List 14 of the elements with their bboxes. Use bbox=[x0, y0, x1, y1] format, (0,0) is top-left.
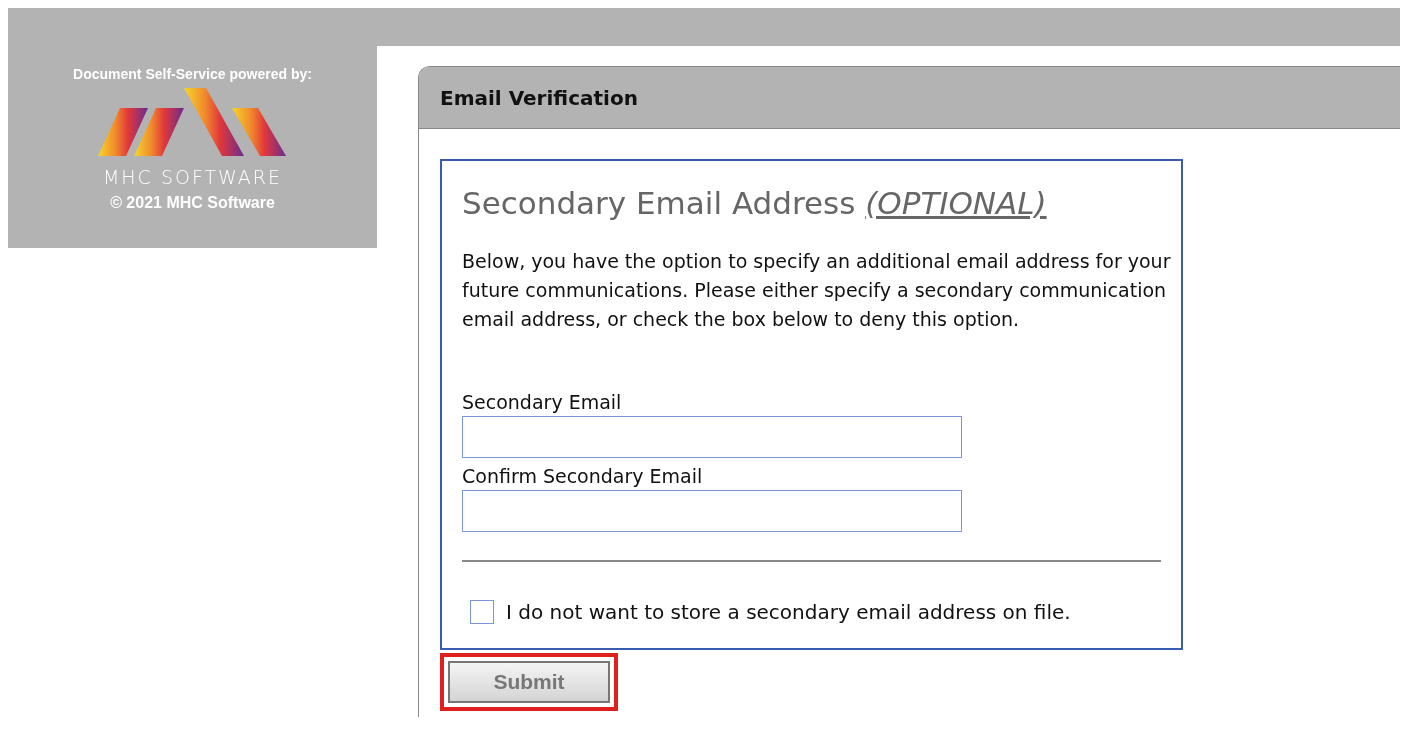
submit-button[interactable]: Submit bbox=[448, 661, 610, 703]
description-text: Below, you have the option to specify an additional email address for your future communications. Please either specify a secondary communication email address, or check the box below to deny this option. bbox=[462, 249, 1172, 332]
email-input-field[interactable] bbox=[462, 490, 962, 532]
field-label: Confirm Secondary Email bbox=[462, 464, 704, 488]
email-input-field[interactable] bbox=[462, 416, 962, 458]
brand-name: MHC SOFTWARE bbox=[102, 166, 283, 188]
panel-title: Email Verification bbox=[440, 85, 638, 110]
copyright-text: © 2021 MHC Software bbox=[110, 194, 275, 212]
powered-by-text: Document Self-Service powered by: bbox=[73, 66, 312, 82]
checkbox[interactable] bbox=[470, 600, 494, 624]
form-heading: Secondary Email Address (OPTIONAL) bbox=[462, 185, 1048, 221]
checkbox-label: I do not want to store a secondary email address on file. bbox=[506, 600, 1071, 624]
logo-icon bbox=[97, 88, 288, 158]
field-label: Secondary Email bbox=[462, 390, 623, 414]
